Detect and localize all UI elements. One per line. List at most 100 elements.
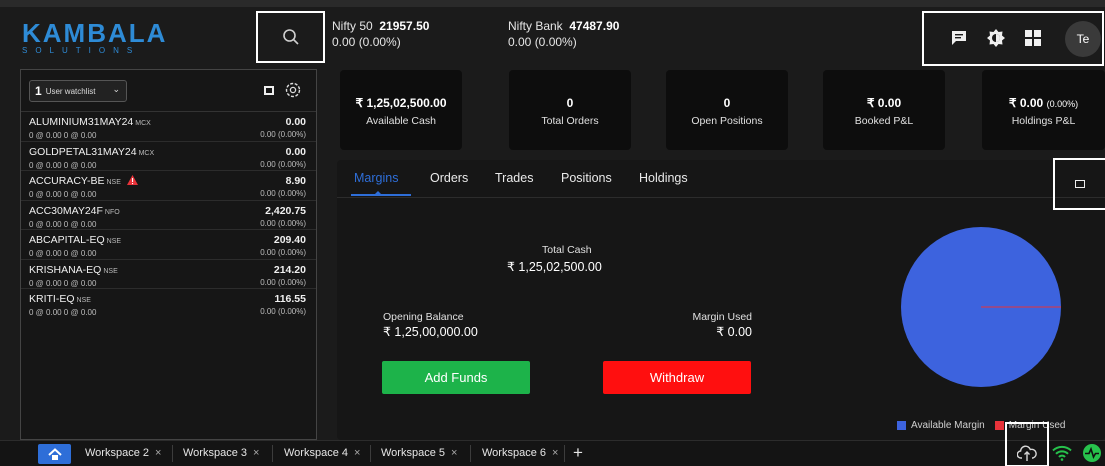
workspace-tab[interactable]: Workspace 2 × xyxy=(85,447,161,459)
tab-orders[interactable]: Orders xyxy=(430,171,468,185)
total-cash-value: ₹ 1,25,02,500.00 xyxy=(507,260,602,274)
tab-trades[interactable]: Trades xyxy=(495,171,533,185)
change: 0.00 (0.00%) xyxy=(260,159,306,169)
watchlist-row[interactable]: ACCURACY-BE NSE 0 @ 0.00 0 @ 0.00 8.90 0.… xyxy=(21,171,316,201)
watchlist-row[interactable]: GOLDPETAL31MAY24 MCX 0 @ 0.00 0 @ 0.00 0.… xyxy=(21,142,316,171)
close-icon[interactable]: × xyxy=(354,447,360,459)
exchange-tag: NSE xyxy=(106,238,122,245)
symbol-name: ABCAPITAL-EQ xyxy=(29,234,105,246)
add-funds-button[interactable]: Add Funds xyxy=(382,361,530,394)
tab-positions[interactable]: Positions xyxy=(561,171,612,185)
card-booked-pnl: ₹ 0.00 Booked P&L xyxy=(823,70,945,150)
watchlist-select[interactable]: 1 User watchlist ⌄ xyxy=(29,80,127,102)
divider xyxy=(564,445,565,462)
ticker-change: 0.00 (0.00%) xyxy=(508,35,577,49)
margin-used-value: ₹ 0.00 xyxy=(716,325,752,339)
active-tab-caret xyxy=(373,191,383,196)
close-icon[interactable]: × xyxy=(253,447,259,459)
theme-icon[interactable] xyxy=(986,28,1006,48)
divider xyxy=(370,445,371,462)
watchlist-row[interactable]: ABCAPITAL-EQ NSE 0 @ 0.00 0 @ 0.00 209.40… xyxy=(21,230,316,260)
ltp: 0.00 xyxy=(285,116,306,128)
close-icon[interactable]: × xyxy=(451,447,457,459)
workspace-tab[interactable]: Workspace 5 × xyxy=(381,447,457,459)
margin-used-label: Margin Used xyxy=(692,311,752,323)
card-label: Available Cash xyxy=(366,115,436,127)
workspace-tab[interactable]: Workspace 4 × xyxy=(284,447,360,459)
ticker-value: 47487.90 xyxy=(569,19,620,33)
watchlist-row[interactable]: KRISHANA-EQ NSE 0 @ 0.00 0 @ 0.00 214.20 … xyxy=(21,260,316,289)
symbol-name: ACC30MAY24F xyxy=(29,204,103,217)
funds-panel: Margins Orders Trades Positions Holdings… xyxy=(337,158,1105,440)
watchlist-panel: 1 User watchlist ⌄ ALUMINIUM31MAY24 MCX 0… xyxy=(20,69,317,440)
workspace-tab[interactable]: Workspace 6 × xyxy=(482,447,558,459)
change: 0.00 (0.00%) xyxy=(260,277,306,287)
watchlist-row[interactable]: ACC30MAY24F NFO 0 @ 0.00 0 @ 0.00 2,420.7… xyxy=(21,201,316,230)
exchange-tag: NFO xyxy=(104,208,120,216)
top-strip xyxy=(0,0,1105,7)
card-label: Holdings P&L xyxy=(1011,115,1076,127)
home-button[interactable] xyxy=(38,444,71,464)
tab-holdings[interactable]: Holdings xyxy=(639,171,688,185)
brand-logo[interactable]: KAMBALA SOLUTIONS xyxy=(22,20,165,55)
header-actions: Te xyxy=(922,11,1104,66)
exchange-tag: MCX xyxy=(138,149,155,157)
divider xyxy=(272,445,273,462)
wifi-icon xyxy=(1052,445,1072,461)
card-value: 0 xyxy=(723,96,731,110)
workspace-label: Workspace 4 xyxy=(284,447,348,459)
tab-margins[interactable]: Margins xyxy=(354,171,398,185)
maximize-button[interactable] xyxy=(1053,158,1105,210)
workspace-tab[interactable]: Workspace 3 × xyxy=(183,447,259,459)
divider xyxy=(470,445,471,462)
withdraw-button[interactable]: Withdraw xyxy=(603,361,751,394)
symbol-name: KRITI-EQ xyxy=(29,293,75,305)
cloud-upload-button[interactable] xyxy=(1005,422,1049,466)
close-icon[interactable]: × xyxy=(552,447,558,459)
search-icon xyxy=(282,29,299,45)
watchlist-number: 1 xyxy=(35,84,42,98)
workspace-label: Workspace 6 xyxy=(482,447,546,459)
ticker-niftybank[interactable]: Nifty Bank 47487.90 0.00 (0.00%) xyxy=(508,18,619,50)
ticker-name: Nifty Bank xyxy=(508,19,563,33)
header: KAMBALA SOLUTIONS Nifty 50 21957.50 0.00… xyxy=(0,7,1105,66)
opening-balance-value: ₹ 1,25,00,000.00 xyxy=(383,325,478,339)
symbol-name: KRISHANA-EQ xyxy=(29,263,102,276)
panel-tabs: Margins Orders Trades Positions Holdings xyxy=(337,160,1105,198)
legend-swatch xyxy=(897,421,906,430)
symbol-name: GOLDPETAL31MAY24 xyxy=(29,145,137,158)
symbol-name: ALUMINIUM31MAY24 xyxy=(29,116,134,128)
grid-icon[interactable] xyxy=(1023,28,1043,48)
avatar[interactable]: Te xyxy=(1065,21,1101,57)
ticker-change: 0.00 (0.00%) xyxy=(332,35,401,49)
ticker-value: 21957.50 xyxy=(379,19,430,33)
ltp: 2,420.75 xyxy=(265,204,306,217)
ltp: 0.00 xyxy=(285,145,306,158)
card-label: Booked P&L xyxy=(854,115,914,127)
ltp: 214.20 xyxy=(273,263,306,276)
gear-icon[interactable] xyxy=(284,81,302,99)
change: 0.00 (0.00%) xyxy=(260,130,306,139)
add-workspace-button[interactable]: + xyxy=(573,443,583,463)
card-holdings-pnl: ₹ 0.00 (0.00%) Holdings P&L xyxy=(982,70,1105,150)
message-icon[interactable] xyxy=(949,28,969,48)
change: 0.00 (0.00%) xyxy=(260,189,306,198)
total-cash-label: Total Cash xyxy=(542,244,592,256)
watchlist-name: User watchlist xyxy=(45,86,96,96)
close-icon[interactable]: × xyxy=(155,447,161,459)
change: 0.00 (0.00%) xyxy=(260,218,306,228)
card-value: ₹ 1,25,02,500.00 xyxy=(355,96,447,110)
exchange-tag: NSE xyxy=(106,179,121,186)
watchlist-row[interactable]: KRITI-EQ NSE 0 @ 0.00 0 @ 0.00 116.55 0.0… xyxy=(21,289,316,319)
opening-balance-label: Opening Balance xyxy=(383,311,464,323)
ltp: 8.90 xyxy=(285,175,306,187)
ticker-nifty50[interactable]: Nifty 50 21957.50 0.00 (0.00%) xyxy=(332,18,429,50)
maximize-icon[interactable] xyxy=(264,86,274,95)
workspace-label: Workspace 3 xyxy=(183,447,247,459)
watchlist-row[interactable]: ALUMINIUM31MAY24 MCX 0 @ 0.00 0 @ 0.00 0.… xyxy=(21,112,316,142)
legend-label[interactable]: Available Margin xyxy=(911,420,985,431)
card-open-positions: 0 Open Positions xyxy=(666,70,788,150)
card-value-suffix: (0.00%) xyxy=(1046,99,1079,109)
margin-pie-chart xyxy=(901,227,1061,387)
search-button[interactable] xyxy=(256,11,325,63)
